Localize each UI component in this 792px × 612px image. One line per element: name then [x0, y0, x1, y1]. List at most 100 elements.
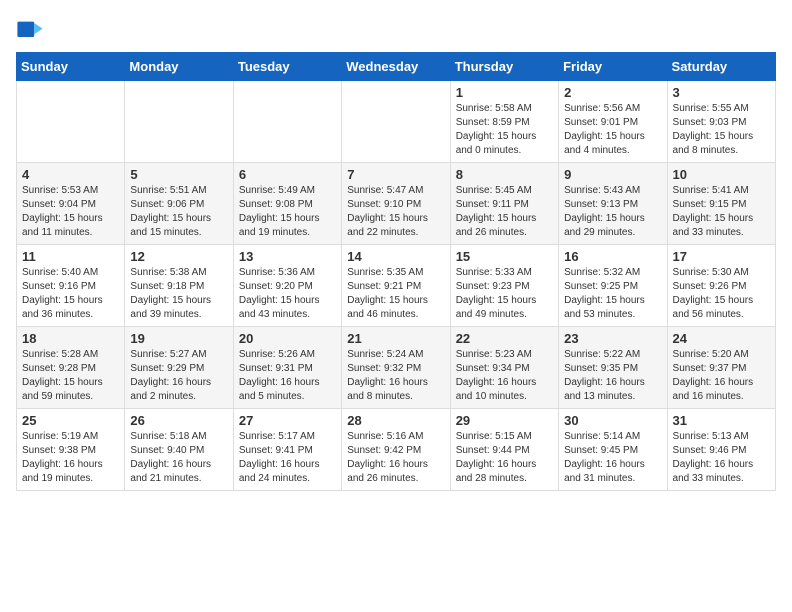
- calendar-cell: 20 Sunrise: 5:26 AM Sunset: 9:31 PM Dayli…: [233, 327, 341, 409]
- logo: [16, 16, 48, 44]
- day-info: Sunrise: 5:26 AM Sunset: 9:31 PM Dayligh…: [239, 348, 336, 404]
- day-info: Sunrise: 5:53 AM Sunset: 9:04 PM Dayligh…: [22, 184, 119, 240]
- day-info: Sunrise: 5:33 AM Sunset: 9:23 PM Dayligh…: [456, 266, 553, 322]
- day-info: Sunrise: 5:32 AM Sunset: 9:25 PM Dayligh…: [564, 266, 661, 322]
- day-number: 11: [22, 249, 119, 264]
- day-number: 17: [673, 249, 770, 264]
- col-header-wednesday: Wednesday: [342, 53, 450, 81]
- day-number: 27: [239, 413, 336, 428]
- calendar-cell: 28 Sunrise: 5:16 AM Sunset: 9:42 PM Dayli…: [342, 409, 450, 491]
- calendar-cell: [342, 81, 450, 163]
- day-info: Sunrise: 5:35 AM Sunset: 9:21 PM Dayligh…: [347, 266, 444, 322]
- calendar-cell: 11Sunrise: 5:40 AM Sunset: 9:16 PM Dayli…: [17, 245, 125, 327]
- day-info: Sunrise: 5:28 AM Sunset: 9:28 PM Dayligh…: [22, 348, 119, 404]
- calendar-cell: [233, 81, 341, 163]
- calendar-cell: 25 Sunrise: 5:19 AM Sunset: 9:38 PM Dayli…: [17, 409, 125, 491]
- calendar-cell: [17, 81, 125, 163]
- calendar-cell: 21Sunrise: 5:24 AM Sunset: 9:32 PM Dayli…: [342, 327, 450, 409]
- day-info: Sunrise: 5:58 AM Sunset: 8:59 PM Dayligh…: [456, 102, 553, 158]
- calendar-cell: 17 Sunrise: 5:30 AM Sunset: 9:26 PM Dayli…: [667, 245, 775, 327]
- calendar-cell: 23 Sunrise: 5:22 AM Sunset: 9:35 PM Dayli…: [559, 327, 667, 409]
- day-number: 24: [673, 331, 770, 346]
- day-number: 4: [22, 167, 119, 182]
- day-number: 5: [130, 167, 227, 182]
- day-info: Sunrise: 5:30 AM Sunset: 9:26 PM Dayligh…: [673, 266, 770, 322]
- calendar-cell: 31Sunrise: 5:13 AM Sunset: 9:46 PM Dayli…: [667, 409, 775, 491]
- day-number: 30: [564, 413, 661, 428]
- calendar-cell: 15 Sunrise: 5:33 AM Sunset: 9:23 PM Dayli…: [450, 245, 558, 327]
- calendar-cell: 2 Sunrise: 5:56 AM Sunset: 9:01 PM Daylig…: [559, 81, 667, 163]
- day-number: 3: [673, 85, 770, 100]
- calendar-cell: 19Sunrise: 5:27 AM Sunset: 9:29 PM Dayli…: [125, 327, 233, 409]
- day-number: 23: [564, 331, 661, 346]
- day-number: 10: [673, 167, 770, 182]
- calendar-cell: 8 Sunrise: 5:45 AM Sunset: 9:11 PM Daylig…: [450, 163, 558, 245]
- day-info: Sunrise: 5:14 AM Sunset: 9:45 PM Dayligh…: [564, 430, 661, 486]
- col-header-sunday: Sunday: [17, 53, 125, 81]
- day-number: 1: [456, 85, 553, 100]
- day-number: 25: [22, 413, 119, 428]
- day-number: 28: [347, 413, 444, 428]
- calendar-cell: 3 Sunrise: 5:55 AM Sunset: 9:03 PM Daylig…: [667, 81, 775, 163]
- week-row-5: 25 Sunrise: 5:19 AM Sunset: 9:38 PM Dayli…: [17, 409, 776, 491]
- day-number: 14: [347, 249, 444, 264]
- day-number: 8: [456, 167, 553, 182]
- col-header-saturday: Saturday: [667, 53, 775, 81]
- calendar-cell: 24 Sunrise: 5:20 AM Sunset: 9:37 PM Dayli…: [667, 327, 775, 409]
- calendar-cell: [125, 81, 233, 163]
- day-info: Sunrise: 5:43 AM Sunset: 9:13 PM Dayligh…: [564, 184, 661, 240]
- col-header-tuesday: Tuesday: [233, 53, 341, 81]
- day-number: 31: [673, 413, 770, 428]
- calendar-cell: 10 Sunrise: 5:41 AM Sunset: 9:15 PM Dayli…: [667, 163, 775, 245]
- calendar-cell: 13 Sunrise: 5:36 AM Sunset: 9:20 PM Dayli…: [233, 245, 341, 327]
- calendar-cell: 6Sunrise: 5:49 AM Sunset: 9:08 PM Daylig…: [233, 163, 341, 245]
- day-number: 13: [239, 249, 336, 264]
- calendar-cell: 27 Sunrise: 5:17 AM Sunset: 9:41 PM Dayli…: [233, 409, 341, 491]
- calendar-table: SundayMondayTuesdayWednesdayThursdayFrid…: [16, 52, 776, 491]
- calendar-header-row: SundayMondayTuesdayWednesdayThursdayFrid…: [17, 53, 776, 81]
- day-number: 22: [456, 331, 553, 346]
- week-row-2: 4 Sunrise: 5:53 AM Sunset: 9:04 PM Daylig…: [17, 163, 776, 245]
- day-number: 20: [239, 331, 336, 346]
- day-number: 18: [22, 331, 119, 346]
- day-info: Sunrise: 5:15 AM Sunset: 9:44 PM Dayligh…: [456, 430, 553, 486]
- day-number: 16: [564, 249, 661, 264]
- day-number: 29: [456, 413, 553, 428]
- day-info: Sunrise: 5:22 AM Sunset: 9:35 PM Dayligh…: [564, 348, 661, 404]
- day-info: Sunrise: 5:55 AM Sunset: 9:03 PM Dayligh…: [673, 102, 770, 158]
- day-number: 6: [239, 167, 336, 182]
- day-number: 7: [347, 167, 444, 182]
- page-header: [16, 16, 776, 44]
- day-info: Sunrise: 5:38 AM Sunset: 9:18 PM Dayligh…: [130, 266, 227, 322]
- day-info: Sunrise: 5:20 AM Sunset: 9:37 PM Dayligh…: [673, 348, 770, 404]
- calendar-cell: 14 Sunrise: 5:35 AM Sunset: 9:21 PM Dayli…: [342, 245, 450, 327]
- calendar-cell: 26 Sunrise: 5:18 AM Sunset: 9:40 PM Dayli…: [125, 409, 233, 491]
- week-row-3: 11Sunrise: 5:40 AM Sunset: 9:16 PM Dayli…: [17, 245, 776, 327]
- calendar-cell: 16 Sunrise: 5:32 AM Sunset: 9:25 PM Dayli…: [559, 245, 667, 327]
- day-number: 2: [564, 85, 661, 100]
- day-number: 15: [456, 249, 553, 264]
- day-info: Sunrise: 5:24 AM Sunset: 9:32 PM Dayligh…: [347, 348, 444, 404]
- calendar-cell: 18 Sunrise: 5:28 AM Sunset: 9:28 PM Dayli…: [17, 327, 125, 409]
- day-number: 12: [130, 249, 227, 264]
- day-info: Sunrise: 5:27 AM Sunset: 9:29 PM Dayligh…: [130, 348, 227, 404]
- col-header-friday: Friday: [559, 53, 667, 81]
- day-info: Sunrise: 5:16 AM Sunset: 9:42 PM Dayligh…: [347, 430, 444, 486]
- day-number: 26: [130, 413, 227, 428]
- day-info: Sunrise: 5:18 AM Sunset: 9:40 PM Dayligh…: [130, 430, 227, 486]
- week-row-1: 1 Sunrise: 5:58 AM Sunset: 8:59 PM Daylig…: [17, 81, 776, 163]
- calendar-cell: 22Sunrise: 5:23 AM Sunset: 9:34 PM Dayli…: [450, 327, 558, 409]
- day-info: Sunrise: 5:36 AM Sunset: 9:20 PM Dayligh…: [239, 266, 336, 322]
- day-info: Sunrise: 5:45 AM Sunset: 9:11 PM Dayligh…: [456, 184, 553, 240]
- day-info: Sunrise: 5:41 AM Sunset: 9:15 PM Dayligh…: [673, 184, 770, 240]
- day-info: Sunrise: 5:56 AM Sunset: 9:01 PM Dayligh…: [564, 102, 661, 158]
- calendar-cell: 29 Sunrise: 5:15 AM Sunset: 9:44 PM Dayli…: [450, 409, 558, 491]
- day-info: Sunrise: 5:17 AM Sunset: 9:41 PM Dayligh…: [239, 430, 336, 486]
- logo-icon: [16, 16, 44, 44]
- col-header-thursday: Thursday: [450, 53, 558, 81]
- calendar-cell: 1 Sunrise: 5:58 AM Sunset: 8:59 PM Daylig…: [450, 81, 558, 163]
- day-number: 9: [564, 167, 661, 182]
- week-row-4: 18 Sunrise: 5:28 AM Sunset: 9:28 PM Dayli…: [17, 327, 776, 409]
- day-info: Sunrise: 5:47 AM Sunset: 9:10 PM Dayligh…: [347, 184, 444, 240]
- day-info: Sunrise: 5:19 AM Sunset: 9:38 PM Dayligh…: [22, 430, 119, 486]
